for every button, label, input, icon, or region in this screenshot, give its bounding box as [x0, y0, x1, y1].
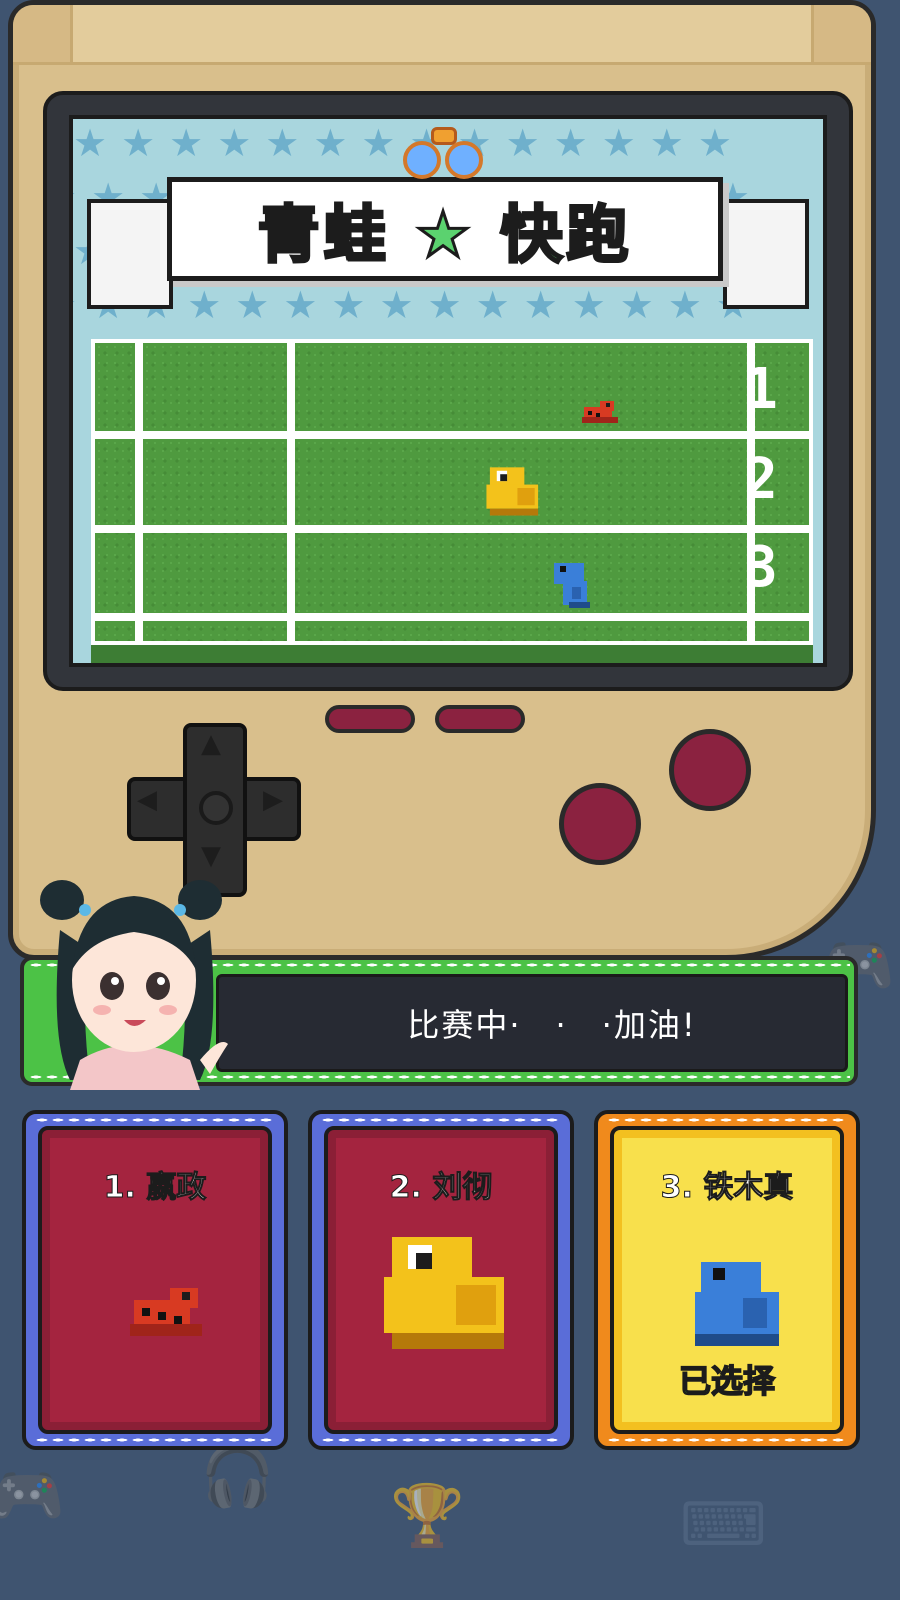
game-title: 青蛙 ★ 快跑	[256, 197, 633, 273]
background-trophy-icon: 🏆	[390, 1481, 465, 1551]
background-gamepad-icon: 🎮	[0, 1461, 65, 1531]
commentary-message: 比赛中· · ·加油!	[407, 1006, 697, 1044]
a-button[interactable]	[669, 729, 751, 811]
screen-bezel: ★★★★★★★★★★★★★★ ★★★★★★★★★★★★★★★ ★★★★★★★★★…	[43, 91, 853, 691]
background-keys-icon: ⌨	[680, 1490, 767, 1560]
console-top-edge	[73, 5, 823, 65]
dpad-right-arrow-icon[interactable]: ▶	[263, 785, 283, 815]
console-corner-right	[811, 5, 871, 65]
game-screen: ★★★★★★★★★★★★★★ ★★★★★★★★★★★★★★★ ★★★★★★★★★…	[69, 115, 827, 667]
lane-number-2: 2	[744, 447, 778, 512]
background-headset-icon: 🎧	[200, 1441, 275, 1511]
race-track: 1 2 3	[91, 339, 813, 645]
start-line	[135, 343, 143, 641]
lane-divider	[95, 431, 809, 439]
console-corner-left	[13, 5, 73, 65]
lane-divider	[95, 525, 809, 533]
track-edge	[91, 645, 813, 663]
commentary-box: 比赛中· · ·加油!	[216, 974, 848, 1072]
host-avatar	[40, 880, 228, 1090]
red-frog-racer	[582, 401, 618, 423]
dpad-center	[199, 791, 233, 825]
selected-status: 已选择	[678, 1361, 776, 1401]
title-banner: 青蛙 ★ 快跑	[167, 177, 723, 281]
banner-ribbon-left	[87, 199, 173, 309]
handheld-console: ★★★★★★★★★★★★★★ ★★★★★★★★★★★★★★★ ★★★★★★★★★…	[8, 0, 876, 960]
medal-icon	[401, 127, 487, 183]
select-button[interactable]	[325, 705, 415, 733]
dpad-up-arrow-icon[interactable]: ▲	[201, 729, 221, 759]
contestant-card-2[interactable]: 2. 刘彻	[308, 1110, 574, 1450]
contestant-name: 2. 刘彻	[389, 1170, 493, 1206]
b-button[interactable]	[559, 783, 641, 865]
contestant-name: 1. 嬴政	[103, 1170, 207, 1206]
contestant-card-3[interactable]: 3. 铁木真 已选择	[594, 1110, 860, 1450]
blue-frog-icon	[695, 1262, 779, 1346]
lane-number-3: 3	[744, 535, 778, 600]
red-frog-icon	[130, 1288, 202, 1336]
lane-divider	[95, 613, 809, 621]
start-button[interactable]	[435, 705, 525, 733]
yellow-frog-racer	[486, 467, 539, 516]
yellow-frog-icon	[384, 1237, 504, 1349]
contestant-card-1[interactable]: 1. 嬴政	[22, 1110, 288, 1450]
star-pattern: ★★★★★★★★★★★★★★★	[69, 283, 764, 327]
track-marker-line	[287, 343, 295, 641]
contestant-name: 3. 铁木真	[660, 1170, 794, 1206]
lane-number-1: 1	[744, 357, 778, 422]
banner-ribbon-right	[723, 199, 809, 309]
blue-frog-racer	[554, 563, 590, 608]
dpad-left-arrow-icon[interactable]: ◀	[137, 785, 157, 815]
